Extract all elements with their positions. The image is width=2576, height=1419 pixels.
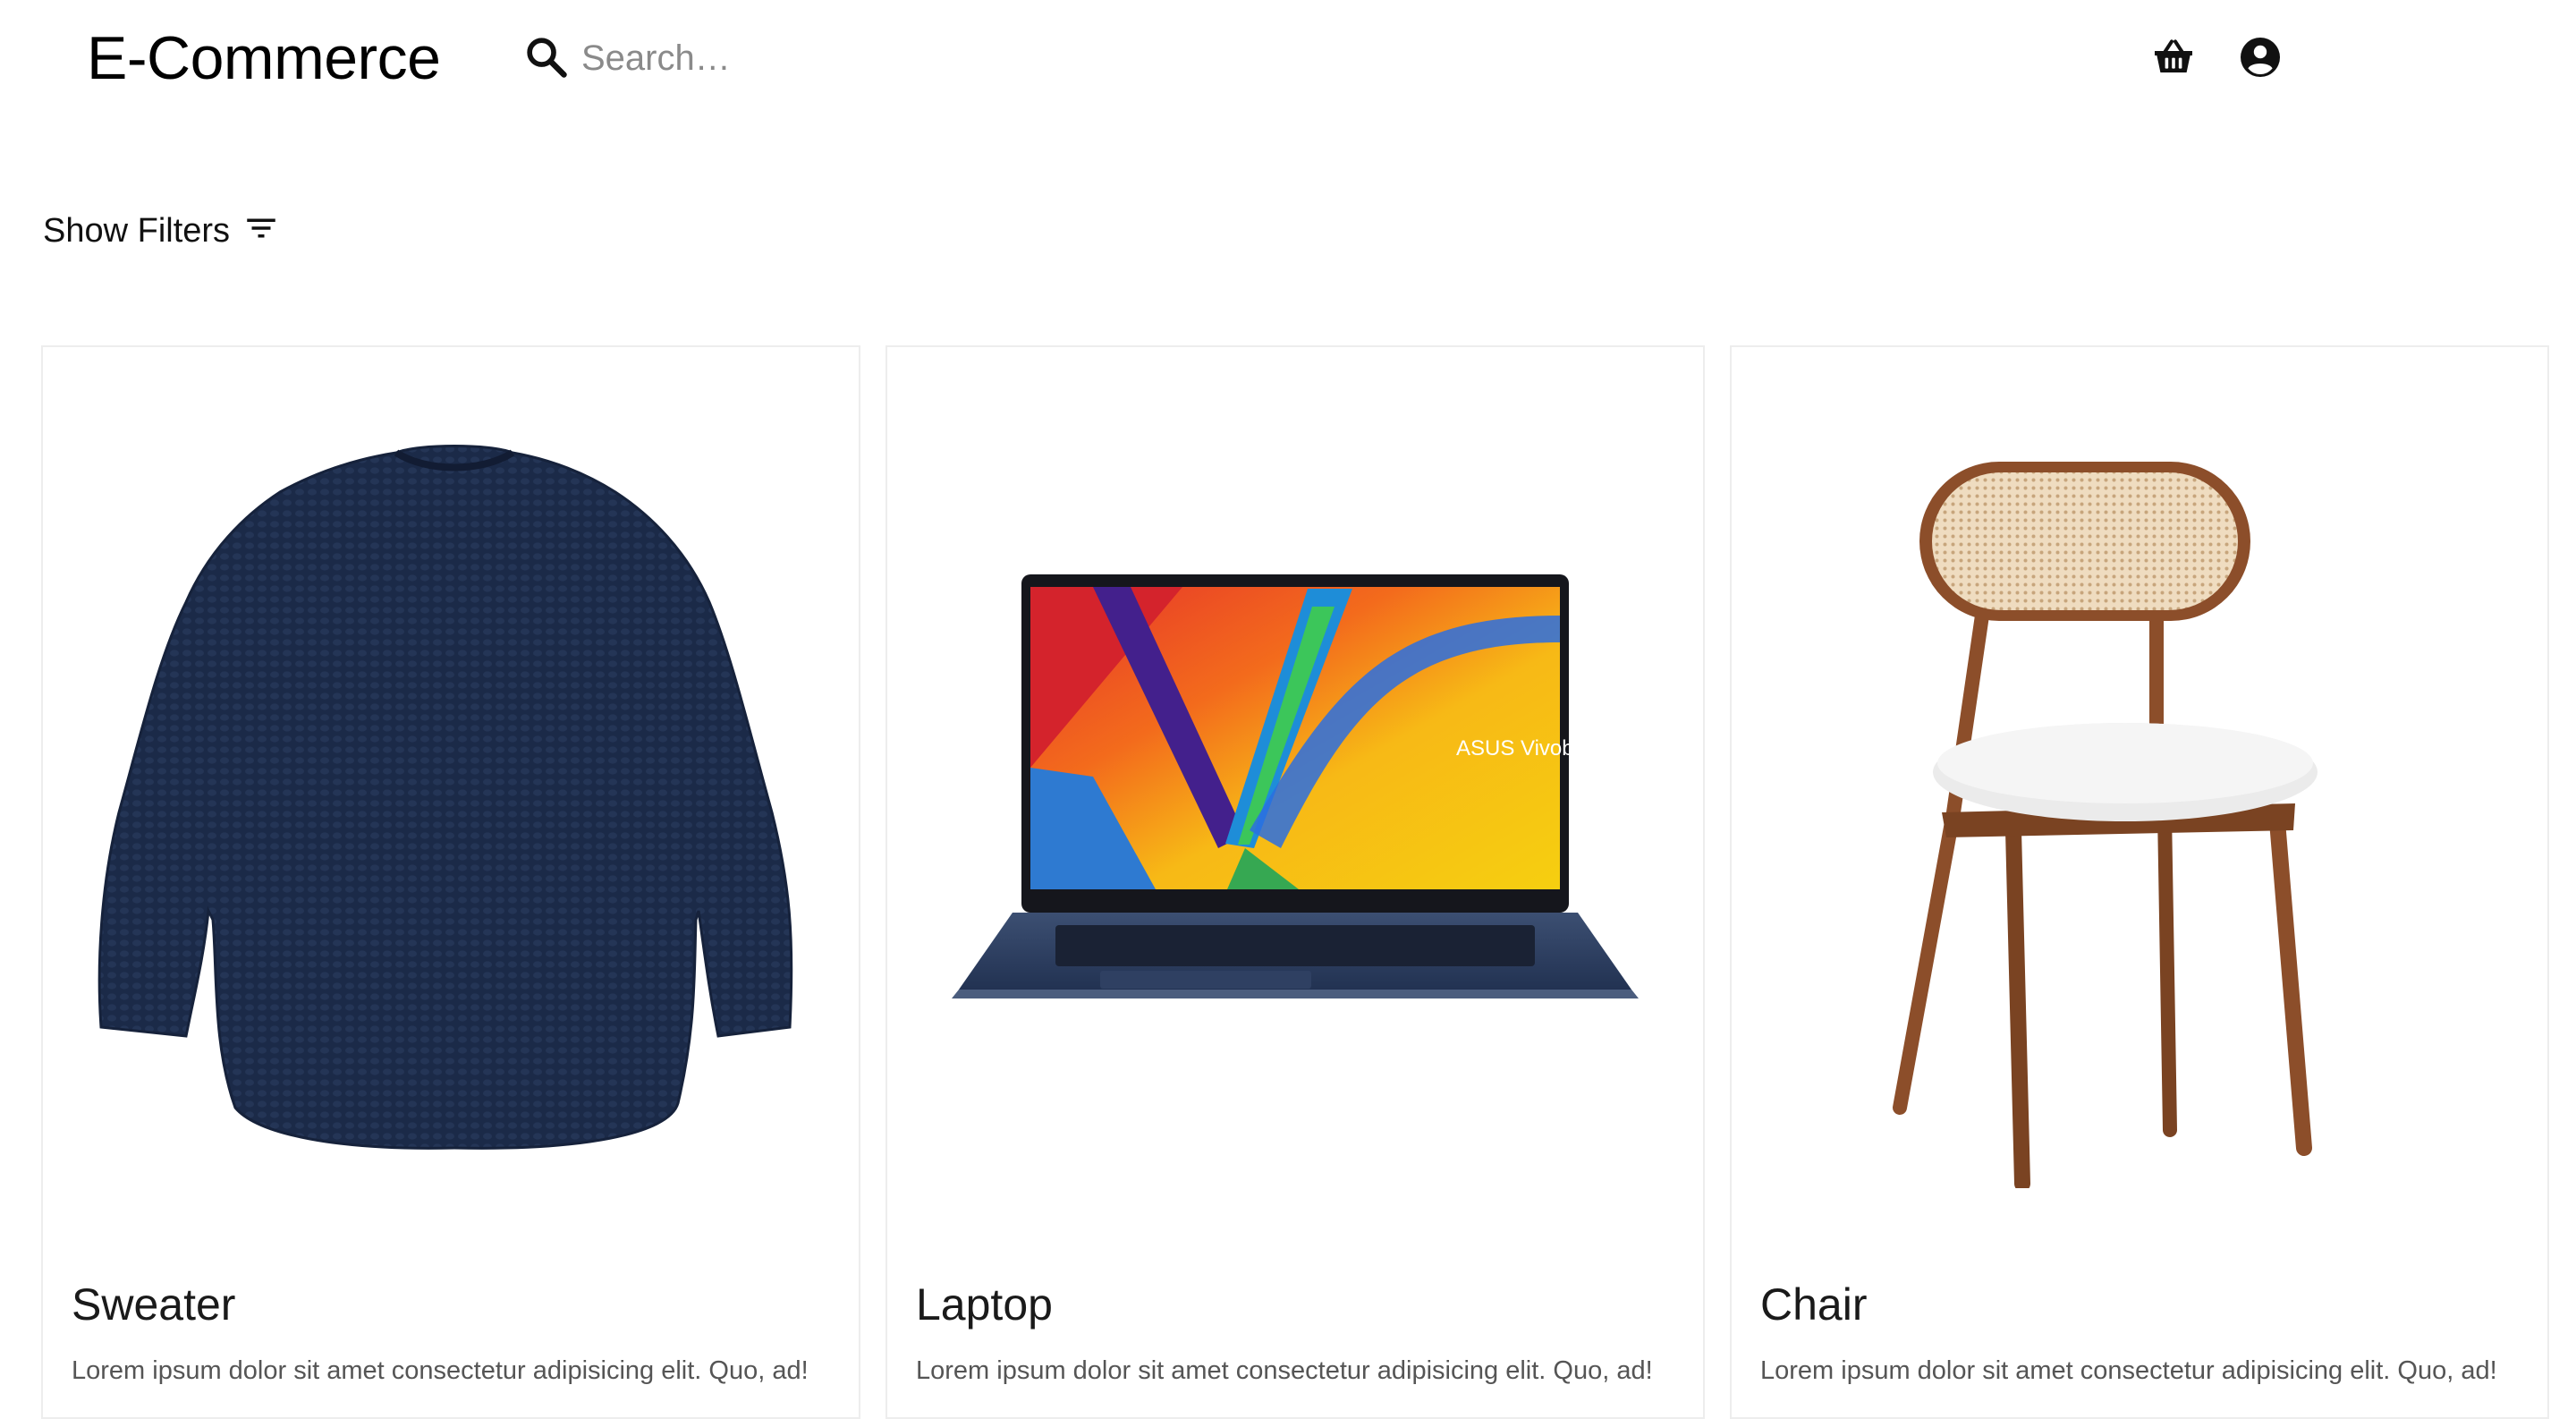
product-card-laptop[interactable]: ASUS Vivobook Laptop Lorem ipsum dolor s… bbox=[886, 345, 1705, 1419]
basket-icon[interactable] bbox=[2152, 36, 2195, 79]
chair-image bbox=[1893, 462, 2318, 1188]
search-icon[interactable] bbox=[523, 34, 570, 81]
top-navbar: E-Commerce bbox=[0, 0, 2576, 116]
product-description: Lorem ipsum dolor sit amet consectetur a… bbox=[1760, 1356, 2497, 1385]
sweater-image bbox=[97, 445, 793, 1150]
search-input[interactable] bbox=[581, 27, 1118, 89]
show-filters-button[interactable]: Show Filters bbox=[43, 204, 280, 258]
product-grid: Sweater Lorem ipsum dolor sit amet conse… bbox=[41, 345, 2549, 1419]
product-description: Lorem ipsum dolor sit amet consectetur a… bbox=[72, 1356, 809, 1385]
site-logo[interactable]: E-Commerce bbox=[87, 22, 441, 94]
screen-brand-text: ASUS Vivobook bbox=[1456, 736, 1609, 760]
product-title: Chair bbox=[1760, 1279, 1868, 1330]
product-card-chair[interactable]: Chair Lorem ipsum dolor sit amet consect… bbox=[1730, 345, 2549, 1419]
product-title: Laptop bbox=[916, 1279, 1053, 1330]
show-filters-label: Show Filters bbox=[43, 211, 231, 250]
laptop-image: ASUS Vivobook bbox=[952, 574, 1639, 998]
product-description: Lorem ipsum dolor sit amet consectetur a… bbox=[916, 1356, 1653, 1385]
filter-list-icon bbox=[247, 218, 275, 238]
account-icon[interactable] bbox=[2239, 36, 2282, 79]
product-title: Sweater bbox=[72, 1279, 236, 1330]
product-card-sweater[interactable]: Sweater Lorem ipsum dolor sit amet conse… bbox=[41, 345, 860, 1419]
